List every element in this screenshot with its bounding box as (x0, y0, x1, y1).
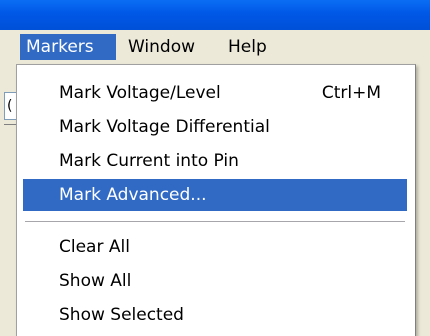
menu-item-clear-all[interactable]: Clear All (23, 231, 407, 263)
menu-item-mark-current-into-pin[interactable]: Mark Current into Pin (23, 145, 407, 177)
menu-item-label: Show Selected (59, 305, 184, 325)
menu-item-label: Mark Voltage Differential (59, 117, 270, 137)
menu-item-label: Mark Advanced... (59, 185, 207, 205)
menu-item-label: Clear All (59, 237, 130, 257)
menu-item-mark-advanced[interactable]: Mark Advanced... (23, 179, 407, 211)
markers-dropdown-menu: Mark Voltage/Level Ctrl+M Mark Voltage D… (16, 64, 416, 336)
menu-item-label: Mark Current into Pin (59, 151, 239, 171)
menu-item-show-all[interactable]: Show All (23, 265, 407, 297)
menu-separator (25, 221, 405, 222)
menu-markers[interactable]: Markers (20, 34, 116, 60)
menu-item-mark-voltage-level[interactable]: Mark Voltage/Level Ctrl+M (23, 77, 407, 109)
window-title-bar (0, 0, 430, 30)
menu-item-label: Mark Voltage/Level (59, 83, 221, 103)
menu-window[interactable]: Window (122, 34, 220, 60)
menu-item-mark-voltage-differential[interactable]: Mark Voltage Differential (23, 111, 407, 143)
menu-help[interactable]: Help (222, 34, 282, 60)
menu-item-label: Show All (59, 271, 132, 291)
menu-bar: Markers Window Help (0, 30, 430, 64)
menu-item-show-selected[interactable]: Show Selected (23, 299, 407, 331)
shortcut-label: Ctrl+M (321, 83, 381, 103)
